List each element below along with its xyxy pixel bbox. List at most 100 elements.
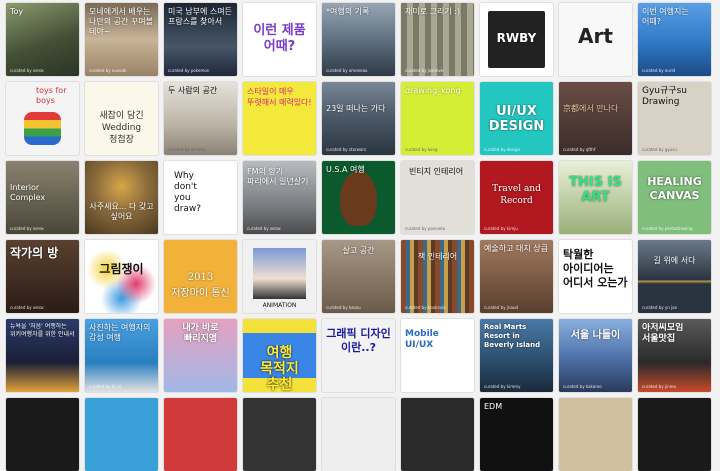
tile-new-york-guide[interactable]: 뉴욕을 '처음' 여행하는 위키여행자를 위한 안내서 xyxy=(6,319,79,392)
tile-footer: curated by xerox xyxy=(10,305,44,310)
tile-design-style[interactable]: 스타일이 매우 뚜렷해서 매력있다! xyxy=(243,82,316,155)
tile-title: 새찹이 담긴 Wedding 청첩장 xyxy=(99,111,144,145)
tile-footer: curated by booksvia xyxy=(405,305,446,310)
tile-title: 빈티지 인테리어 xyxy=(409,167,464,176)
tile-usa-trip[interactable]: U.S.A 여행 xyxy=(322,161,395,234)
tile-title: UI/UX DESIGN xyxy=(488,104,545,134)
tile-title: 뉴욕을 '처음' 여행하는 위키여행자를 위한 안내서 xyxy=(10,323,75,338)
tile-footer: curated by jasneve xyxy=(405,68,444,73)
tile-23-days[interactable]: 23일 떠나는 가다 curated by starwars xyxy=(322,82,395,155)
tile-vintage-interior[interactable]: 빈티지 인테리어 curated by poncedu xyxy=(401,161,474,234)
tile-art-life[interactable]: 예술하고 대치 상큼 curated by jnaud xyxy=(480,240,553,313)
tile-interior-complex[interactable]: Interior Complex curated by xerox xyxy=(6,161,79,234)
tile-monet[interactable]: 모네에게서 배우는 나만의 공간 꾸며볼 테야~ curated by nuso… xyxy=(85,3,158,76)
tile-title: 미국 남부에 스며든 프랑스를 찾아서 xyxy=(168,7,232,26)
tile-footer: curated by xerox xyxy=(247,226,281,231)
tile-france[interactable]: 미국 남부에 스며든 프랑스를 찾아서 curated by pokemon xyxy=(164,3,237,76)
tile-footer: curated by xerox xyxy=(10,68,44,73)
tile-title: 책 인테리어 xyxy=(417,252,458,261)
tile-gyusu-drawing[interactable]: Gyu규구su Drawing curated by gyusu xyxy=(638,82,711,155)
tile-travel-record[interactable]: Travel and Record curated by kimju xyxy=(480,161,553,234)
tile-footer: curated by ameeeaa xyxy=(326,68,368,73)
tile-footer: curated by kimju xyxy=(484,226,518,231)
tile-paris-year[interactable]: FM의 향기 파리에서 일년살기 curated by xerox xyxy=(243,161,316,234)
tile-footer: curated by kimmy xyxy=(484,384,521,389)
tile-title: 여행 목적지 추천 xyxy=(260,345,299,392)
tile-uiux-design[interactable]: UI/UX DESIGN curated by design xyxy=(480,82,553,155)
tile-seoul-outing[interactable]: 서울 나들이 curated by kakaroo xyxy=(559,319,632,392)
tile-footer: curated by jk_pj xyxy=(89,384,121,389)
tile-footer: curated by nusoah xyxy=(89,68,127,73)
tile-title: 아저씨모임 서울맛집 xyxy=(642,323,684,344)
tile-photo-travel[interactable]: 사진하는 여행자의 감성 여행 curated by jk_pj xyxy=(85,319,158,392)
tile-title: THIS IS ART xyxy=(569,175,622,205)
tile-title: 두 사람의 공간 xyxy=(168,86,218,95)
tile-footer: curated by pokemon xyxy=(168,68,210,73)
tile-travel-log[interactable]: *여행의 기록 curated by ameeeaa xyxy=(322,3,395,76)
curation-grid: Toy curated by xerox 모네에게서 배우는 나만의 공간 꾸며… xyxy=(0,0,720,471)
tile-animation[interactable]: ANIMATION xyxy=(243,240,316,313)
tile-title: Toy xyxy=(10,7,24,16)
tile-title: RWBY xyxy=(496,31,537,45)
tile-title: 사진하는 여행자의 감성 여행 xyxy=(89,323,151,342)
tile-travel-destination[interactable]: 여행 목적지 추천 xyxy=(243,319,316,392)
tile-next-trip[interactable]: 이번 여행지는 어때? curated by eurid xyxy=(638,3,711,76)
tile-on-the-road[interactable]: 길 위에 서다 curated by yn jae xyxy=(638,240,711,313)
tile-footer: curated by wintery xyxy=(168,147,206,152)
tile-kyoto[interactable]: 京都에서 만나다 curated by qfthf xyxy=(559,82,632,155)
tile-title: Interior Complex xyxy=(10,183,46,202)
tile-title: 그래픽 디자인 이란..? xyxy=(326,327,391,354)
tile-healing-canvas[interactable]: HEALING CANVAS curated by pentadrawing xyxy=(638,161,711,234)
tile-art[interactable]: Art xyxy=(559,3,632,76)
tile-living-space[interactable]: 살고 공간 curated by kanzu xyxy=(322,240,395,313)
tile-two-person-space[interactable]: 두 사람의 공간 curated by wintery xyxy=(164,82,237,155)
tile-drawing[interactable]: 재미로 그리기 :) curated by jasneve xyxy=(401,3,474,76)
tile-title: EDM xyxy=(484,402,503,411)
tile-graphic-design[interactable]: 그래픽 디자인 이란..? xyxy=(322,319,395,392)
tile-footer: curated by design xyxy=(484,147,521,152)
tile-mobile-uiux[interactable]: Mobile UI/UX xyxy=(401,319,474,392)
tile-footer: curated by xerox xyxy=(10,226,44,231)
tile-wedding[interactable]: 새찹이 담긴 Wedding 청첩장 xyxy=(85,82,158,155)
tile-title: *여행의 기록 xyxy=(326,7,370,16)
tile-parisian[interactable]: 내가 바로 빠리지앵 xyxy=(164,319,237,392)
tile-drawing-kong[interactable]: drawing_kong curated by kong xyxy=(401,82,474,155)
tile-book-interior[interactable]: 책 인테리어 curated by booksvia xyxy=(401,240,474,313)
tile-product[interactable]: 이런 제품 어때? xyxy=(243,3,316,76)
tile-footer: curated by yn jae xyxy=(642,305,678,310)
tile-title: 2013 저장마이 통신 xyxy=(171,272,230,299)
tile-resort[interactable]: Real Marts Resort in Beverly Island cura… xyxy=(480,319,553,392)
tile-title: HEALING CANVAS xyxy=(647,175,702,202)
tile-title: Art xyxy=(578,25,613,47)
tile-why-draw[interactable]: Why don't you draw? xyxy=(164,161,237,234)
tile-footer: curated by jnaud xyxy=(484,305,519,310)
tile-title: 그림쟁이 xyxy=(99,262,144,276)
tile-title: 서울 나들이 xyxy=(570,330,621,341)
tile-title: 탁월한 아이디어는 어디서 오는가 xyxy=(563,248,628,289)
tile-footer: curated by kanzu xyxy=(326,305,361,310)
tile-2013-newsletter[interactable]: 2013 저장마이 통신 xyxy=(164,240,237,313)
tile-rwby[interactable]: RWBY xyxy=(480,3,553,76)
tile-title: 이런 제품 어때? xyxy=(253,23,306,54)
tile-seoul-food[interactable]: 아저씨모임 서울맛집 curated by jinmo xyxy=(638,319,711,392)
tile-writers-room[interactable]: 작가의 방 curated by xerox xyxy=(6,240,79,313)
tile-ideas[interactable]: 탁월한 아이디어는 어디서 오는가 xyxy=(559,240,632,313)
tile-buy-me[interactable]: 사주세요... 다 갖고 싶어요 xyxy=(85,161,158,234)
tile-toy[interactable]: Toy curated by xerox xyxy=(6,3,79,76)
tile-title: 길 위에 서다 xyxy=(653,256,696,265)
tile-title: 내가 바로 빠리지앵 xyxy=(182,323,219,344)
tile-footer: curated by eurid xyxy=(642,68,676,73)
tile-title: 예술하고 대치 상큼 xyxy=(484,244,548,253)
tile-title: 스타일이 매우 뚜렷해서 매력있다! xyxy=(247,87,312,107)
tile-footer: curated by gyusu xyxy=(642,147,677,152)
tile-title: ANIMATION xyxy=(262,302,297,309)
tile-title: Gyu규구su Drawing xyxy=(642,86,687,107)
tile-footer: curated by starwars xyxy=(326,147,367,152)
tile-title: 이번 여행지는 어때? xyxy=(642,7,689,26)
tile-painter[interactable]: 그림쟁이 xyxy=(85,240,158,313)
tile-toys-for-boys[interactable]: toys for boys xyxy=(6,82,79,155)
tile-footer: curated by poncedu xyxy=(405,226,446,231)
tile-title: 사주세요... 다 갖고 싶어요 xyxy=(89,202,154,221)
tile-this-is-art[interactable]: THIS IS ART xyxy=(559,161,632,234)
tile-title: Real Marts Resort in Beverly Island xyxy=(484,323,541,349)
